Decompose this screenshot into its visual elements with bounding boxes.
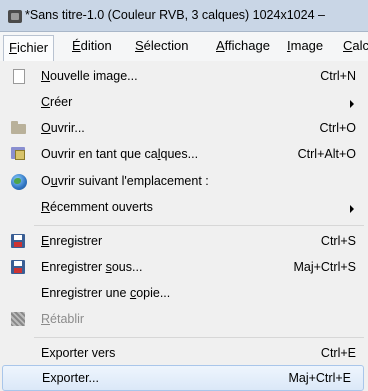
shortcut-label: Maj+Ctrl+S (293, 260, 356, 274)
menu-item-save-copy[interactable]: Enregistrer une copie... (0, 281, 368, 307)
save-icon (11, 234, 25, 248)
menu-item-open-location[interactable]: Ouvrir suivant l'emplacement : (0, 169, 368, 195)
folder-icon (11, 121, 26, 134)
app-icon (8, 10, 22, 23)
menu-item-new-image[interactable]: Nouvelle image... Ctrl+N (0, 64, 368, 90)
menu-separator (34, 225, 364, 226)
shortcut-label: Ctrl+Alt+O (297, 147, 356, 161)
file-menu-dropdown: Nouvelle image... Ctrl+N Créer Ouvrir...… (0, 61, 368, 391)
menu-item-open-as-layers[interactable]: Ouvrir en tant que calques... Ctrl+Alt+O (0, 142, 368, 168)
menu-item-save[interactable]: Enregistrer Ctrl+S (0, 229, 368, 255)
menu-edition[interactable]: Édition (67, 36, 117, 56)
menu-item-export-to[interactable]: Exporter vers Ctrl+E (0, 341, 368, 367)
menu-selection[interactable]: Sélection (130, 36, 193, 56)
menubar: Fichier Édition Sélection Affichage Imag… (0, 32, 368, 62)
menu-item-export[interactable]: Exporter... Maj+Ctrl+E (2, 365, 364, 391)
menu-calques[interactable]: Calc (338, 36, 368, 56)
save-as-icon (11, 260, 25, 274)
window-titlebar: *Sans titre-1.0 (Couleur RVB, 3 calques)… (0, 0, 368, 32)
menu-affichage[interactable]: Affichage (211, 36, 275, 56)
menu-fichier[interactable]: Fichier (3, 35, 55, 61)
menu-image[interactable]: Image (282, 36, 328, 56)
submenu-arrow-icon (350, 100, 354, 108)
window-title: *Sans titre-1.0 (Couleur RVB, 3 calques)… (25, 8, 325, 22)
menu-item-revert: Rétablir (0, 307, 368, 333)
menu-item-open[interactable]: Ouvrir... Ctrl+O (0, 116, 368, 142)
revert-icon (11, 312, 25, 326)
menu-item-recent[interactable]: Récemment ouverts (0, 195, 368, 221)
globe-icon (11, 174, 27, 190)
shortcut-label: Ctrl+E (320, 346, 356, 360)
shortcut-label: Ctrl+O (319, 121, 356, 135)
shortcut-label: Ctrl+N (320, 69, 356, 83)
menu-separator (34, 337, 364, 338)
shortcut-label: Ctrl+S (320, 234, 356, 248)
layers-icon (11, 147, 25, 160)
submenu-arrow-icon (350, 205, 354, 213)
menu-item-save-as[interactable]: Enregistrer sous... Maj+Ctrl+S (0, 255, 368, 281)
menu-item-create[interactable]: Créer (0, 90, 368, 116)
new-image-icon (13, 69, 25, 84)
